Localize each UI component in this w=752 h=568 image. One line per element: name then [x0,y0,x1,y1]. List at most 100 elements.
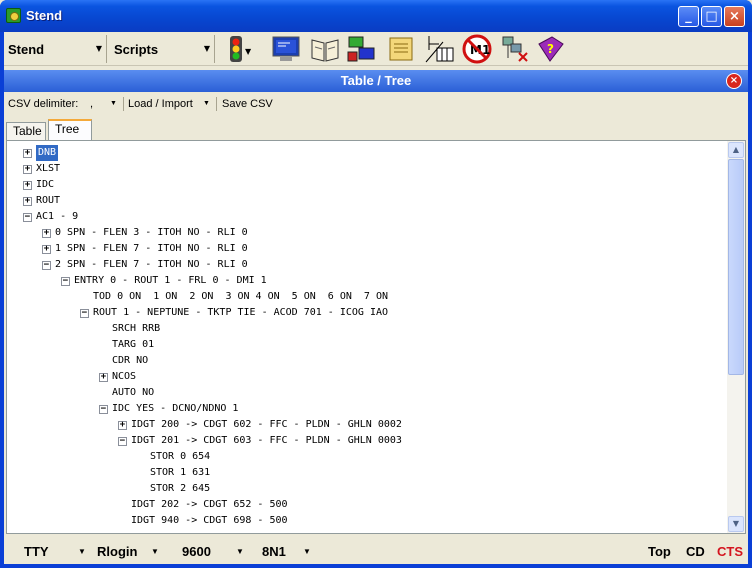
csv-delimiter-label: CSV delimiter: [8,98,79,110]
chevron-down-icon[interactable]: ▼ [203,94,210,114]
book-icon[interactable] [309,34,341,64]
chevron-down-icon[interactable]: ▼ [303,547,311,556]
svg-text:?: ? [547,42,554,56]
network-tools-icon[interactable] [345,34,377,64]
expand-icon[interactable]: + [42,245,51,254]
status-bar: TTY ▼ Rlogin ▼ 9600 ▼ 8N1 ▼ Top CD CTS [4,538,748,564]
save-csv-button[interactable]: Save CSV [222,94,273,114]
tree-node[interactable]: AUTO NO [112,385,154,401]
chevron-down-icon: ▼ [95,44,102,53]
close-button[interactable]: × [724,6,745,27]
expand-icon[interactable]: + [118,421,127,430]
stend-menu-label: Stend [8,42,45,57]
collapse-icon[interactable]: − [99,405,108,414]
collapse-icon[interactable]: − [80,309,89,318]
collapse-icon[interactable]: − [23,213,32,222]
help-book-icon[interactable]: ? [534,34,566,64]
collapse-icon[interactable]: − [61,277,70,286]
chevron-down-icon: ▼ [203,44,210,53]
maximize-button[interactable]: □ [701,6,722,27]
minimize-button[interactable]: _ [678,6,699,27]
scripts-menu[interactable]: Scripts ▼ [110,35,215,63]
csv-toolbar: CSV delimiter: , ▼ Load / Import ▼ Save … [4,94,748,114]
tab-tree[interactable]: Tree [48,119,92,140]
format-select[interactable]: 8N1 [262,544,286,559]
tab-table[interactable]: Table [6,122,46,140]
minimize-icon: _ [685,9,692,24]
tree-view[interactable]: + DNB + XLST + IDC + ROUT − AC1 - 9 +0 SPN - FLEN … [6,140,746,534]
traffic-light-icon[interactable]: ▼ [221,34,253,64]
tree-node[interactable]: TOD 0 ON 1 ON 2 ON 3 ON 4 ON 5 ON 6 ON 7… [93,289,388,305]
load-import-button[interactable]: Load / Import [128,94,193,114]
grid-tool-icon[interactable] [423,34,455,64]
tree-node[interactable]: IDC YES - DCNO/NDNO 1 [112,401,238,417]
tree-node[interactable]: ROUT 1 - NEPTUNE - TKTP TIE - ACOD 701 -… [93,305,388,321]
monitor-icon[interactable] [270,34,302,64]
client-area: Stend ▼ Scripts ▼ ▼ M1 ? Table / Tree × … [4,32,748,564]
scripts-menu-label: Scripts [114,42,159,57]
maximize-icon: □ [705,9,718,24]
cd-indicator: CD [686,544,705,559]
expand-icon[interactable]: + [23,149,32,158]
tab-tree-label: Tree [55,122,80,136]
tree-node[interactable]: IDGT 200 -> CDGT 602 - FFC - PLDN - GHLN… [131,417,402,433]
expand-icon[interactable]: + [23,181,32,190]
chevron-down-icon[interactable]: ▼ [236,547,244,556]
expand-icon[interactable]: + [99,373,108,382]
tree-content: + DNB + XLST + IDC + ROUT − AC1 - 9 +0 SPN - FLEN … [7,141,725,533]
baud-select[interactable]: 9600 [182,544,211,559]
title-bar[interactable]: Stend _ □ × [0,0,752,32]
tree-node[interactable]: STOR 0 654 [150,449,210,465]
expand-icon[interactable]: + [42,229,51,238]
scroll-up-icon[interactable]: ▲ [728,142,744,158]
app-window: Stend _ □ × Stend ▼ Scripts ▼ ▼ M1 ? Tab… [0,0,752,568]
tree-node[interactable]: SRCH RRB [112,321,160,337]
chevron-down-icon[interactable]: ▼ [78,547,86,556]
chevron-down-icon[interactable]: ▼ [151,547,159,556]
tree-node[interactable]: AC1 - 9 [36,209,78,225]
stend-menu[interactable]: Stend ▼ [4,35,107,63]
tree-node[interactable]: IDGT 202 -> CDGT 652 - 500 [131,497,288,513]
tree-node[interactable]: DNB [36,145,59,161]
port-select[interactable]: TTY [24,544,49,559]
tree-node[interactable]: ENTRY 0 - ROUT 1 - FRL 0 - DMI 1 [74,273,267,289]
main-toolbar: Stend ▼ Scripts ▼ ▼ M1 ? [4,32,748,66]
panel-title: Table / Tree [340,73,412,88]
tab-table-label: Table [13,124,42,138]
vertical-scrollbar[interactable]: ▲ ▼ [727,141,745,533]
scroll-thumb[interactable] [728,159,744,375]
tree-node[interactable]: 1 SPN - FLEN 7 - ITOH NO - RLI 0 [55,241,248,257]
svg-text:▼: ▼ [245,47,252,56]
panel-header: Table / Tree × [4,70,748,92]
scroll-icon[interactable] [385,34,417,64]
collapse-icon[interactable]: − [118,437,127,446]
expand-icon[interactable]: + [23,197,32,206]
tree-node[interactable]: IDGT 940 -> CDGT 698 - 500 [131,513,288,529]
tree-node[interactable]: IDC [36,177,54,193]
protocol-select[interactable]: Rlogin [97,544,137,559]
panel-close-icon[interactable]: × [726,73,742,89]
chevron-down-icon[interactable]: ▼ [110,94,117,114]
tree-node[interactable]: TARG 01 [112,337,154,353]
no-m1-icon[interactable]: M1 [461,34,493,64]
tree-node[interactable]: CDR NO [112,353,148,369]
app-icon [6,8,21,23]
tree-node[interactable]: NCOS [112,369,136,385]
csv-delimiter-select[interactable]: , [90,94,93,114]
scroll-down-icon[interactable]: ▼ [728,516,744,532]
collapse-icon[interactable]: − [42,261,51,270]
tree-node[interactable]: STOR 1 631 [150,465,210,481]
top-indicator: Top [648,544,671,559]
tree-node[interactable]: 0 SPN - FLEN 3 - ITOH NO - RLI 0 [55,225,248,241]
tab-strip: Table Tree [4,118,748,140]
close-icon: × [729,9,740,24]
tree-node[interactable]: ROUT [36,193,60,209]
tree-node[interactable]: XLST [36,161,60,177]
tree-node[interactable]: IDGT 201 -> CDGT 603 - FFC - PLDN - GHLN… [131,433,402,449]
tree-node[interactable]: STOR 2 645 [150,481,210,497]
separator [123,97,124,111]
disconnect-network-icon[interactable] [499,34,531,64]
expand-icon[interactable]: + [23,165,32,174]
window-title: Stend [26,8,63,23]
tree-node[interactable]: 2 SPN - FLEN 7 - ITOH NO - RLI 0 [55,257,248,273]
